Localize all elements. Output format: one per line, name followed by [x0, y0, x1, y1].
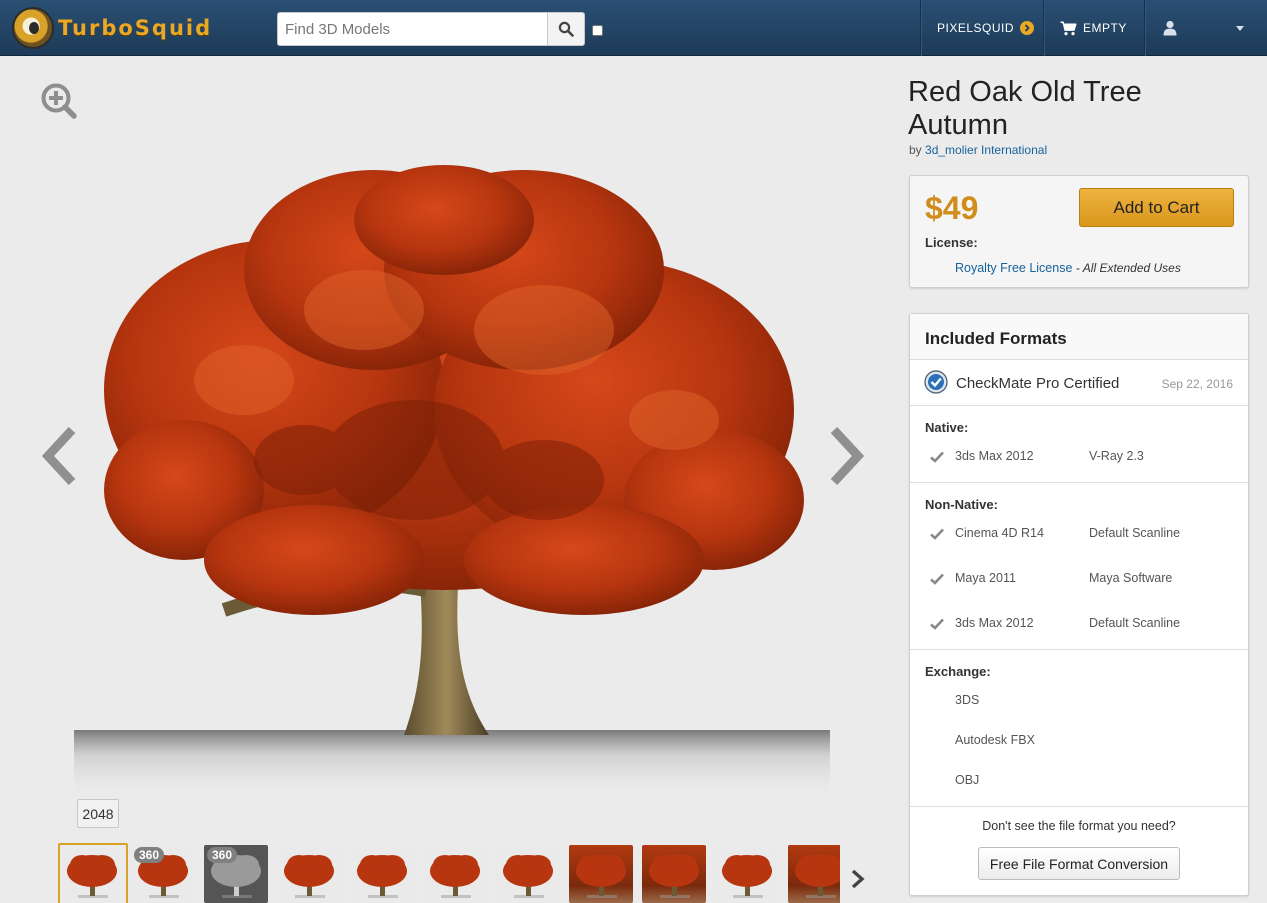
- nav-divider: [920, 0, 921, 56]
- rotation-360-badge: 360: [207, 847, 238, 863]
- format-row: 3DS: [910, 693, 1248, 713]
- format-renderer: V-Ray 2.3: [1089, 449, 1144, 463]
- price-panel: $49 Add to Cart License: Royalty Free Li…: [909, 175, 1249, 288]
- format-name: Maya 2011: [955, 571, 1016, 585]
- thumbnail-tree-image: [67, 855, 117, 898]
- format-name: OBJ: [955, 773, 980, 787]
- checkmate-row: CheckMate Pro Certified Sep 22, 2016: [910, 360, 1248, 406]
- format-row: OBJ: [910, 773, 1248, 793]
- search-bar: [277, 12, 585, 46]
- checkmate-date: Sep 22, 2016: [1161, 377, 1233, 391]
- thumbnail[interactable]: [788, 845, 840, 903]
- license-uses: - All Extended Uses: [1075, 261, 1181, 275]
- check-icon: [930, 451, 944, 463]
- thumbnail-tree-image: [649, 855, 699, 898]
- shopping-cart-icon: [1060, 21, 1077, 35]
- chevron-down-icon: [1236, 26, 1244, 31]
- non-native-formats-section: Non-Native: Cinema 4D R14 Default Scanli…: [910, 483, 1248, 650]
- user-icon: [1163, 20, 1177, 36]
- pixelsquid-label: PIXELSQUID: [937, 21, 1015, 35]
- license-label: License:: [925, 235, 978, 250]
- search-options-checkbox[interactable]: [592, 25, 603, 36]
- non-native-title: Non-Native:: [925, 497, 998, 512]
- exchange-title: Exchange:: [925, 664, 991, 679]
- thumbnail[interactable]: [58, 843, 128, 903]
- product-title: Red Oak Old Tree Autumn: [908, 76, 1142, 141]
- check-icon: [930, 528, 944, 540]
- license-row: Royalty Free License - All Extended Uses: [955, 261, 1181, 275]
- cart-status-label: EMPTY: [1083, 21, 1127, 35]
- product-byline: by 3d_molier International: [909, 143, 1047, 157]
- checkmate-label: CheckMate Pro Certified: [956, 375, 1120, 392]
- cart-link[interactable]: EMPTY: [1060, 0, 1127, 56]
- thumbnail[interactable]: 360: [131, 845, 195, 903]
- thumbnail-tree-image: [576, 855, 626, 898]
- thumbnail-next-arrow-icon[interactable]: [846, 866, 870, 892]
- thumbnail[interactable]: [277, 845, 341, 903]
- format-renderer: Default Scanline: [1089, 616, 1181, 630]
- turbosquid-logo[interactable]: TurboSquid: [12, 6, 212, 50]
- check-icon: [930, 573, 944, 585]
- free-format-conversion-button[interactable]: Free File Format Conversion: [978, 847, 1180, 880]
- add-to-cart-button[interactable]: Add to Cart: [1079, 188, 1234, 227]
- format-row: Autodesk FBX: [910, 733, 1248, 753]
- thumbnail[interactable]: [350, 845, 414, 903]
- check-icon: [930, 618, 944, 630]
- thumbnail-tree-image: [430, 855, 480, 898]
- nav-divider: [1144, 0, 1145, 56]
- chevron-right-circle-icon: [1020, 21, 1035, 35]
- license-link[interactable]: Royalty Free License: [955, 261, 1072, 275]
- format-name: 3ds Max 2012: [955, 616, 1034, 630]
- format-renderer: Maya Software: [1089, 571, 1173, 585]
- resolution-badge: 2048: [77, 799, 119, 828]
- user-account-menu[interactable]: [1161, 0, 1261, 56]
- zoom-in-icon[interactable]: [40, 82, 78, 120]
- author-link[interactable]: 3d_molier International: [925, 143, 1047, 157]
- format-conversion-question: Don't see the file format you need?: [982, 819, 1176, 833]
- search-icon: [558, 21, 574, 37]
- squid-logo-icon: [12, 7, 54, 49]
- top-navigation-bar: TurboSquid PIXELSQUID EMPTY: [0, 0, 1267, 56]
- logo-text: TurboSquid: [58, 16, 213, 40]
- format-name: 3ds Max 2012: [955, 449, 1034, 463]
- thumbnail-strip: 360 360: [58, 843, 840, 903]
- format-name: 3DS: [955, 693, 980, 707]
- search-input[interactable]: [277, 12, 547, 46]
- product-preview-image[interactable]: [74, 160, 830, 800]
- thumbnail[interactable]: [715, 845, 779, 903]
- thumbnail-tree-image: [284, 855, 334, 898]
- included-formats-panel: Included Formats CheckMate Pro Certified…: [909, 313, 1249, 896]
- search-button[interactable]: [547, 12, 585, 46]
- nav-divider: [1043, 0, 1044, 56]
- formats-heading: Included Formats: [910, 314, 1248, 360]
- format-name: Autodesk FBX: [955, 733, 1035, 747]
- thumbnail[interactable]: 360: [204, 845, 268, 903]
- byline-prefix: by: [909, 143, 922, 157]
- exchange-formats-section: Exchange: 3DS Autodesk FBX OBJ: [910, 650, 1248, 807]
- format-row: Cinema 4D R14 Default Scanline: [910, 526, 1248, 546]
- thumbnail[interactable]: [423, 845, 487, 903]
- checkmate-badge-icon[interactable]: [924, 370, 948, 394]
- rotation-360-badge: 360: [134, 847, 165, 863]
- thumbnail-tree-image: [795, 855, 840, 898]
- native-title: Native:: [925, 420, 969, 435]
- thumbnail[interactable]: [496, 845, 560, 903]
- format-renderer: Default Scanline: [1089, 526, 1181, 540]
- thumbnail-tree-image: [722, 855, 772, 898]
- next-image-arrow-icon[interactable]: [824, 425, 868, 487]
- thumbnail-tree-image: [503, 855, 553, 898]
- thumbnail-tree-image: [357, 855, 407, 898]
- format-row: 3ds Max 2012 V-Ray 2.3: [910, 449, 1248, 469]
- product-price: $49: [925, 190, 979, 226]
- thumbnail[interactable]: [642, 845, 706, 903]
- native-formats-section: Native: 3ds Max 2012 V-Ray 2.3: [910, 406, 1248, 483]
- format-row: 3ds Max 2012 Default Scanline: [910, 616, 1248, 636]
- pixelsquid-link[interactable]: PIXELSQUID: [937, 0, 1035, 56]
- thumbnail[interactable]: [569, 845, 633, 903]
- format-row: Maya 2011 Maya Software: [910, 571, 1248, 591]
- format-name: Cinema 4D R14: [955, 526, 1044, 540]
